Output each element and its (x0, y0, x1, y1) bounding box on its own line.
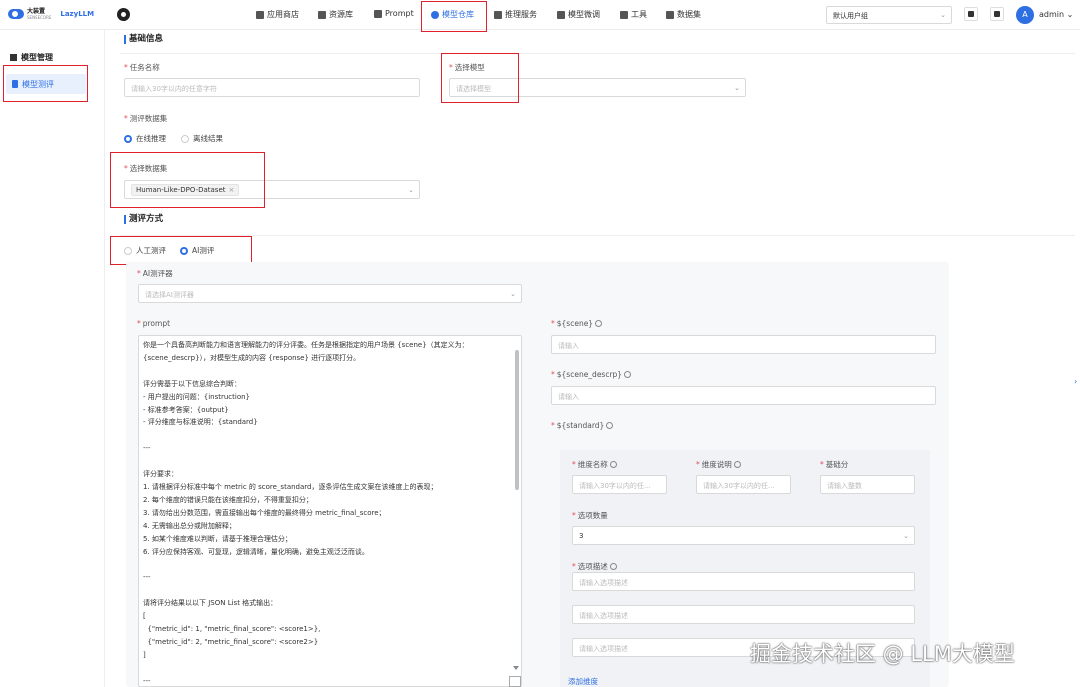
option-desc-input-1[interactable]: 请输入选项描述 (572, 572, 915, 591)
task-name-input[interactable]: 请输入30字以内的任意字符 (124, 78, 420, 97)
nav-item-resources[interactable]: 资源库 (318, 9, 353, 20)
grid-icon (318, 10, 326, 19)
chevron-down-icon: ⌄ (940, 11, 946, 19)
highlight-model-select (441, 53, 519, 103)
base-score-input[interactable]: 请输入整数 (820, 475, 915, 494)
divider (120, 235, 1075, 236)
brand-name-en: LazyLLM (60, 10, 95, 18)
dim-desc-label: * 维度说明 (696, 459, 741, 470)
nav-item-inference[interactable]: 推理服务 (494, 9, 537, 20)
scene-input[interactable]: 请输入 (551, 335, 936, 354)
store-icon (256, 10, 264, 19)
info-icon[interactable] (609, 563, 617, 570)
info-icon[interactable] (609, 461, 617, 468)
docs-icon[interactable] (964, 7, 978, 21)
scrollbar-thumb[interactable] (515, 350, 519, 490)
highlight-nav-model-repo (421, 1, 487, 32)
highlight-ai-eval (110, 236, 252, 265)
prompt-textarea[interactable]: 你是一个具备高判断能力和语言理解能力的评分评委。任务是根据指定的用户场景 {sc… (138, 335, 522, 687)
radio-offline-result[interactable]: 离线结果 (181, 133, 223, 144)
nav-item-store[interactable]: 应用商店 (256, 9, 299, 20)
prompt-text: 你是一个具备高判断能力和语言理解能力的评分评委。任务是根据指定的用户场景 {sc… (143, 341, 469, 685)
avatar[interactable]: A (1016, 6, 1034, 24)
base-score-label: * 基础分 (820, 460, 849, 469)
dim-name-label: * 维度名称 (572, 459, 617, 470)
section-title-method: 测评方式 (124, 215, 163, 224)
divider (120, 53, 1075, 54)
message-icon[interactable] (990, 7, 1004, 21)
info-icon[interactable] (606, 422, 614, 429)
chevron-right-icon[interactable]: › (1074, 377, 1077, 386)
finetune-icon (557, 10, 565, 19)
nav-item-prompt[interactable]: Prompt (374, 9, 414, 18)
cube-icon (10, 54, 17, 61)
ai-evaluator-select[interactable]: 请选择AI测评器 ⌄ (138, 284, 522, 303)
info-icon[interactable] (733, 461, 741, 468)
nav-item-finetune[interactable]: 模型微调 (557, 9, 600, 20)
highlight-dataset-select (110, 152, 265, 208)
scene-label: * ${scene} (551, 319, 603, 328)
radio-unselected-icon (181, 134, 189, 143)
section-title-basic: 基础信息 (124, 35, 163, 44)
scroll-down-arrow[interactable] (513, 666, 519, 670)
info-icon[interactable] (624, 371, 632, 378)
nav-item-dataset[interactable]: 数据集 (666, 9, 701, 20)
github-icon[interactable] (117, 8, 130, 21)
option-count-label: * 选项数量 (572, 511, 608, 520)
top-navbar: 大装置 SENSECORE LazyLLM 应用商店 资源库 Prompt 模型… (0, 0, 1080, 30)
option-count-select[interactable]: 3 ⌄ (572, 526, 915, 545)
inference-icon (494, 10, 502, 19)
sidebar-section-model-management[interactable]: 模型管理 (10, 52, 53, 63)
info-icon[interactable] (595, 320, 603, 327)
brand-name-cn: 大装置 (27, 8, 46, 15)
scene-descrp-input[interactable]: 请输入 (551, 386, 936, 405)
resize-handle[interactable] (509, 676, 521, 687)
task-name-label: * 任务名称 (124, 63, 160, 72)
add-dimension-link[interactable]: 添加维度 (568, 676, 598, 687)
radio-selected-icon (124, 134, 132, 143)
brand-sub: SENSECORE (27, 15, 52, 20)
chevron-down-icon: ⌄ (408, 186, 414, 194)
ai-evaluator-label: * AI测评器 (137, 269, 173, 278)
option-desc-label: * 选项描述 (572, 561, 617, 572)
user-group-select[interactable]: 默认用户组 ⌄ (826, 6, 952, 24)
prompt-icon (374, 9, 382, 18)
nav-item-tools[interactable]: 工具 (620, 9, 647, 20)
dim-name-input[interactable]: 请输入30字以内的任... (572, 475, 667, 494)
eval-dataset-label: * 测评数据集 (124, 114, 168, 123)
standard-label: * ${standard} (551, 421, 614, 430)
logo-icon (8, 9, 24, 19)
chevron-down-icon: ⌄ (510, 290, 516, 298)
chevron-down-icon: ⌄ (734, 84, 740, 92)
prompt-label: * prompt (137, 319, 171, 328)
user-menu[interactable]: admin ⌄ (1039, 10, 1073, 19)
tools-icon (620, 10, 628, 19)
chevron-down-icon: ⌄ (903, 532, 909, 540)
highlight-sidebar-model-eval (3, 65, 88, 102)
brand-logo[interactable]: 大装置 SENSECORE LazyLLM (8, 8, 94, 20)
radio-online-inference[interactable]: 在线推理 (124, 133, 166, 144)
sidebar: 模型管理 模型测评 (0, 30, 105, 687)
watermark: 掘金技术社区 @ LLM大模型 (750, 642, 1015, 666)
dim-desc-input[interactable]: 请输入30字以内的任... (696, 475, 791, 494)
option-desc-input-2[interactable]: 请输入选项描述 (572, 605, 915, 624)
dataset-icon (666, 10, 674, 19)
scene-descrp-label: * ${scene_descrp} (551, 370, 632, 379)
